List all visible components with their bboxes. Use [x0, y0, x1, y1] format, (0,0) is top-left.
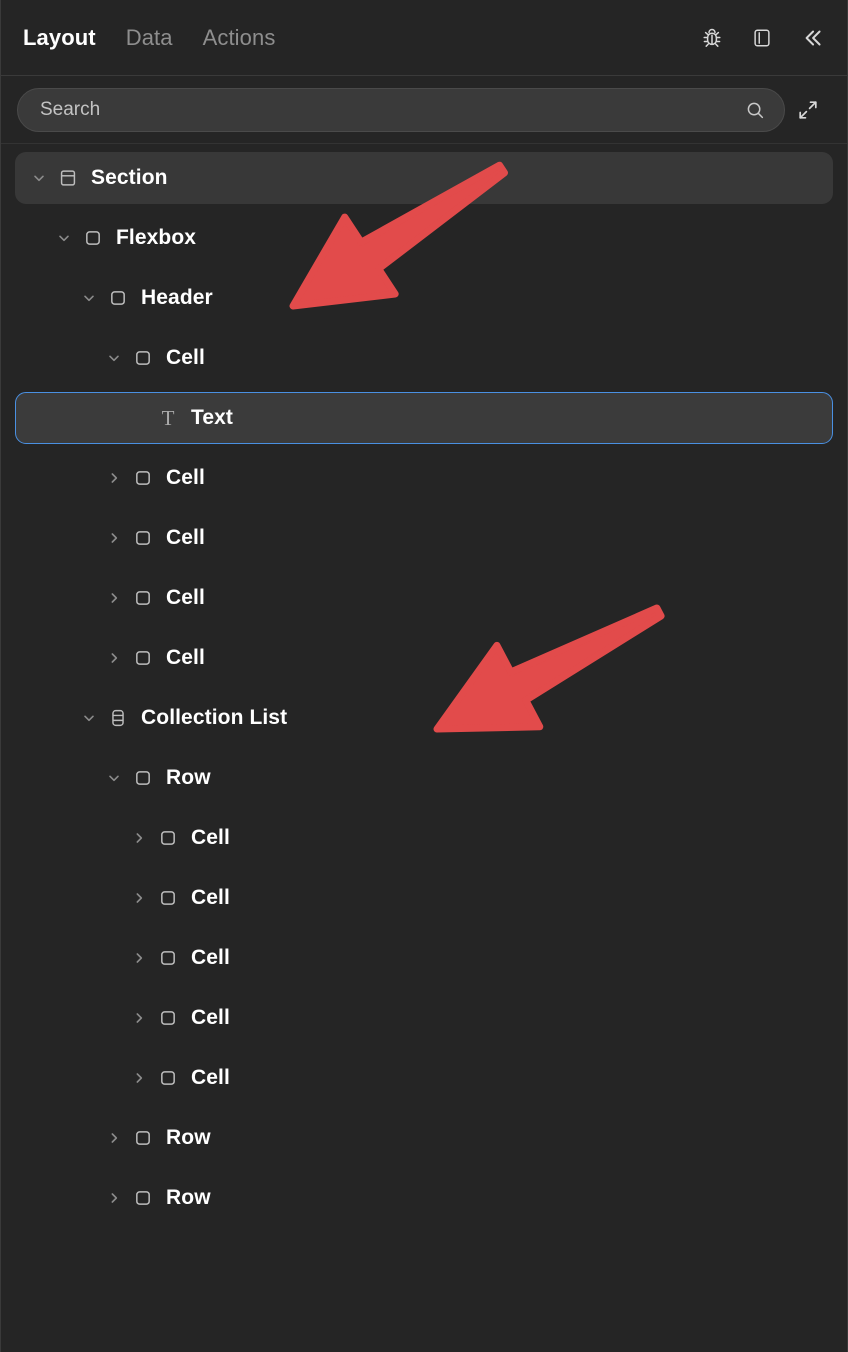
tree-node-cell[interactable]: Cell — [15, 992, 833, 1044]
tree-node-section[interactable]: Section — [15, 152, 833, 204]
tree-node-collection-list[interactable]: Collection List — [15, 692, 833, 744]
chevron-right-icon[interactable] — [128, 1007, 150, 1029]
tree-node-label: Collection List — [141, 706, 288, 729]
chevron-down-icon[interactable] — [53, 227, 75, 249]
tab-actions[interactable]: Actions — [203, 25, 276, 51]
tab-data[interactable]: Data — [126, 25, 173, 51]
layout-panel: Layout Data Actions Search Section Flexb… — [0, 0, 848, 1352]
expand-diagonal-icon[interactable] — [785, 88, 831, 132]
search-input[interactable] — [38, 97, 744, 122]
collapse-left-icon[interactable] — [799, 25, 825, 51]
box-icon — [131, 466, 155, 490]
tree-node-cell[interactable]: Cell — [15, 872, 833, 924]
tree-node-cell[interactable]: Cell — [15, 932, 833, 984]
box-icon — [131, 586, 155, 610]
tree-node-label: Cell — [166, 586, 205, 609]
box-icon — [156, 1066, 180, 1090]
tree-node-row[interactable]: Row — [15, 752, 833, 804]
box-icon — [131, 1186, 155, 1210]
tab-layout[interactable]: Layout — [23, 25, 96, 51]
chevron-right-icon[interactable] — [128, 827, 150, 849]
tree-node-flexbox[interactable]: Flexbox — [15, 212, 833, 264]
tree-node-header[interactable]: Header — [15, 272, 833, 324]
chevron-right-icon[interactable] — [103, 527, 125, 549]
chevron-right-icon[interactable] — [103, 1187, 125, 1209]
box-icon — [156, 886, 180, 910]
tree-node-label: Cell — [166, 646, 205, 669]
tree-node-label: Row — [166, 1186, 211, 1209]
box-icon — [131, 346, 155, 370]
chevron-right-icon[interactable] — [103, 1127, 125, 1149]
box-icon — [131, 646, 155, 670]
tab-list: Layout Data Actions — [23, 25, 699, 51]
tree-node-label: Cell — [191, 1066, 230, 1089]
tree-node-cell[interactable]: Cell — [15, 332, 833, 384]
chevron-right-icon[interactable] — [103, 467, 125, 489]
chevron-right-icon[interactable] — [128, 1067, 150, 1089]
tree-node-label: Cell — [191, 886, 230, 909]
chevron-right-icon[interactable] — [103, 647, 125, 669]
tree-node-label: Cell — [166, 526, 205, 549]
layer-tree: Section Flexbox Header Cell T Text Cell Cell Cel… — [1, 144, 847, 1224]
chevron-down-icon[interactable] — [78, 287, 100, 309]
text-icon: T — [161, 405, 175, 430]
bug-icon[interactable] — [699, 25, 725, 51]
chevron-placeholder — [128, 407, 150, 429]
chevron-down-icon[interactable] — [103, 347, 125, 369]
tree-node-label: Text — [191, 406, 234, 429]
tree-node-label: Cell — [191, 1006, 230, 1029]
tree-node-label: Section — [91, 166, 168, 189]
tree-node-label: Header — [141, 286, 213, 309]
database-icon — [106, 706, 130, 730]
tree-node-cell[interactable]: Cell — [15, 512, 833, 564]
box-icon — [131, 766, 155, 790]
box-icon — [156, 946, 180, 970]
tree-node-label: Cell — [191, 826, 230, 849]
section-icon — [56, 166, 80, 190]
panel-toggle-icon[interactable] — [749, 25, 775, 51]
tree-node-cell[interactable]: Cell — [15, 632, 833, 684]
tree-node-row[interactable]: Row — [15, 1172, 833, 1224]
tree-node-label: Cell — [166, 346, 205, 369]
box-icon — [81, 226, 105, 250]
box-icon — [131, 526, 155, 550]
box-icon — [131, 1126, 155, 1150]
chevron-right-icon[interactable] — [128, 887, 150, 909]
tree-node-cell[interactable]: Cell — [15, 812, 833, 864]
tree-node-cell[interactable]: Cell — [15, 452, 833, 504]
chevron-right-icon[interactable] — [103, 587, 125, 609]
tree-node-label: Cell — [191, 946, 230, 969]
tree-node-text[interactable]: T Text — [15, 392, 833, 444]
tree-node-cell[interactable]: Cell — [15, 572, 833, 624]
tree-node-label: Flexbox — [116, 226, 197, 249]
tree-node-label: Row — [166, 766, 211, 789]
tree-node-row[interactable]: Row — [15, 1112, 833, 1164]
chevron-down-icon[interactable] — [103, 767, 125, 789]
search-box[interactable] — [17, 87, 785, 132]
panel-tool-icons — [699, 25, 825, 51]
search-icon — [744, 99, 766, 121]
chevron-right-icon[interactable] — [128, 947, 150, 969]
box-icon — [156, 826, 180, 850]
chevron-down-icon[interactable] — [28, 167, 50, 189]
tree-node-label: Cell — [166, 466, 205, 489]
box-icon — [106, 286, 130, 310]
tree-node-label: Row — [166, 1126, 211, 1149]
chevron-down-icon[interactable] — [78, 707, 100, 729]
tree-node-cell[interactable]: Cell — [15, 1052, 833, 1104]
box-icon — [156, 1006, 180, 1030]
panel-tabbar: Layout Data Actions — [1, 0, 847, 76]
search-row — [1, 76, 847, 144]
